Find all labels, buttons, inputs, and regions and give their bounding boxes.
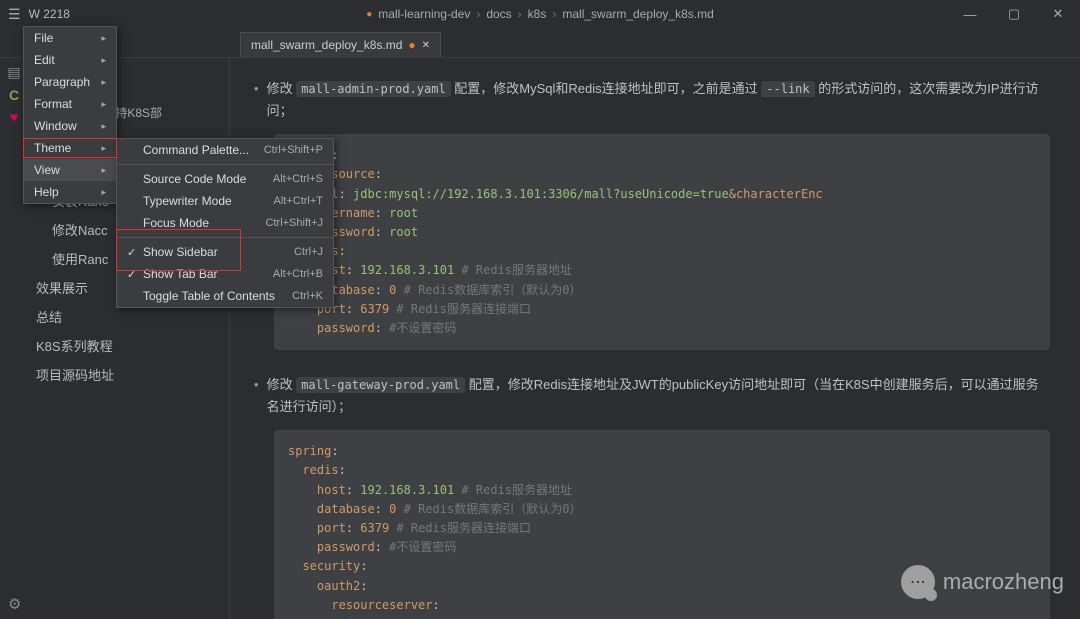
- check-icon: ✓: [127, 268, 143, 281]
- chevron-right-icon: ▸: [101, 165, 106, 176]
- close-button[interactable]: ✕: [1036, 0, 1080, 28]
- chevron-right-icon: ▸: [101, 55, 106, 66]
- menu-help[interactable]: Help▸: [24, 181, 116, 203]
- chevron-right-icon: ▸: [101, 143, 106, 154]
- chevron-right-icon: ▸: [101, 33, 106, 44]
- window-title: W 2218: [29, 7, 70, 21]
- chevron-right-icon: ›: [476, 7, 480, 21]
- submenu-command-palette[interactable]: Command Palette...Ctrl+Shift+P: [117, 139, 333, 161]
- code-block[interactable]: spring: datasource: url: jdbc:mysql://19…: [274, 134, 1050, 350]
- tree-item[interactable]: 项目源码地址: [0, 360, 229, 389]
- submenu-toggle-toc[interactable]: Toggle Table of ContentsCtrl+K: [117, 285, 333, 307]
- check-icon: ✓: [127, 246, 143, 259]
- breadcrumb-item[interactable]: k8s: [528, 7, 547, 21]
- menu-separator: [117, 164, 333, 165]
- watermark: ⋯ macrozheng: [901, 565, 1064, 599]
- menu-view[interactable]: View▸: [24, 159, 116, 181]
- bullet-icon: •: [254, 374, 259, 418]
- chevron-right-icon: ▸: [101, 77, 106, 88]
- tree-item[interactable]: K8S系列教程: [0, 331, 229, 360]
- paragraph: • 修改 mall-admin-prod.yaml 配置，修改MySql和Red…: [254, 78, 1050, 122]
- inline-code: --link: [761, 81, 814, 97]
- tab-row: mall_swarm_deploy_k8s.md ● ✕: [0, 28, 1080, 58]
- watermark-text: macrozheng: [943, 569, 1064, 595]
- hamburger-icon[interactable]: ☰: [8, 6, 21, 23]
- inline-code: mall-gateway-prod.yaml: [296, 377, 465, 393]
- breadcrumb-item[interactable]: mall_swarm_deploy_k8s.md: [562, 7, 713, 21]
- tab-modified-dot: ●: [408, 38, 415, 52]
- main-menu: File▸ Edit▸ Paragraph▸ Format▸ Window▸ T…: [23, 26, 117, 204]
- tab-document[interactable]: mall_swarm_deploy_k8s.md ● ✕: [240, 32, 441, 57]
- breadcrumb-item[interactable]: docs: [486, 7, 511, 21]
- chevron-right-icon: ›: [552, 7, 556, 21]
- editor-content[interactable]: • 修改 mall-admin-prod.yaml 配置，修改MySql和Red…: [230, 58, 1080, 619]
- inline-code: mall-admin-prod.yaml: [296, 81, 451, 97]
- submenu-typewriter-mode[interactable]: Typewriter ModeAlt+Ctrl+T: [117, 190, 333, 212]
- bullet-icon: •: [254, 78, 259, 122]
- menu-paragraph[interactable]: Paragraph▸: [24, 71, 116, 93]
- menu-window[interactable]: Window▸: [24, 115, 116, 137]
- chevron-right-icon: ▸: [101, 187, 106, 198]
- gear-icon[interactable]: ⚙: [8, 595, 21, 613]
- wechat-icon: ⋯: [901, 565, 935, 599]
- submenu-source-code-mode[interactable]: Source Code ModeAlt+Ctrl+S: [117, 168, 333, 190]
- tab-close-icon[interactable]: ✕: [422, 40, 430, 51]
- submenu-focus-mode[interactable]: Focus ModeCtrl+Shift+J: [117, 212, 333, 234]
- breadcrumb-item[interactable]: mall-learning-dev: [378, 7, 470, 21]
- titlebar: ☰ W 2218 ● mall-learning-dev › docs › k8…: [0, 0, 1080, 28]
- maximize-button[interactable]: ▢: [992, 0, 1036, 28]
- chevron-right-icon: ▸: [101, 121, 106, 132]
- menu-theme[interactable]: Theme▸: [24, 137, 116, 159]
- menu-separator: [117, 237, 333, 238]
- tab-label: mall_swarm_deploy_k8s.md: [251, 38, 402, 52]
- paragraph: • 修改 mall-gateway-prod.yaml 配置，修改Redis连接…: [254, 374, 1050, 418]
- view-submenu: Command Palette...Ctrl+Shift+P Source Co…: [116, 138, 334, 308]
- submenu-show-sidebar[interactable]: ✓Show SidebarCtrl+J: [117, 241, 333, 263]
- minimize-button[interactable]: —: [948, 0, 992, 28]
- menu-format[interactable]: Format▸: [24, 93, 116, 115]
- menu-file[interactable]: File▸: [24, 27, 116, 49]
- chevron-right-icon: ›: [518, 7, 522, 21]
- modified-dot-icon: ●: [366, 9, 372, 20]
- breadcrumb: ● mall-learning-dev › docs › k8s › mall_…: [366, 7, 714, 21]
- submenu-show-tab-bar[interactable]: ✓Show Tab BarAlt+Ctrl+B: [117, 263, 333, 285]
- menu-edit[interactable]: Edit▸: [24, 49, 116, 71]
- chevron-right-icon: ▸: [101, 99, 106, 110]
